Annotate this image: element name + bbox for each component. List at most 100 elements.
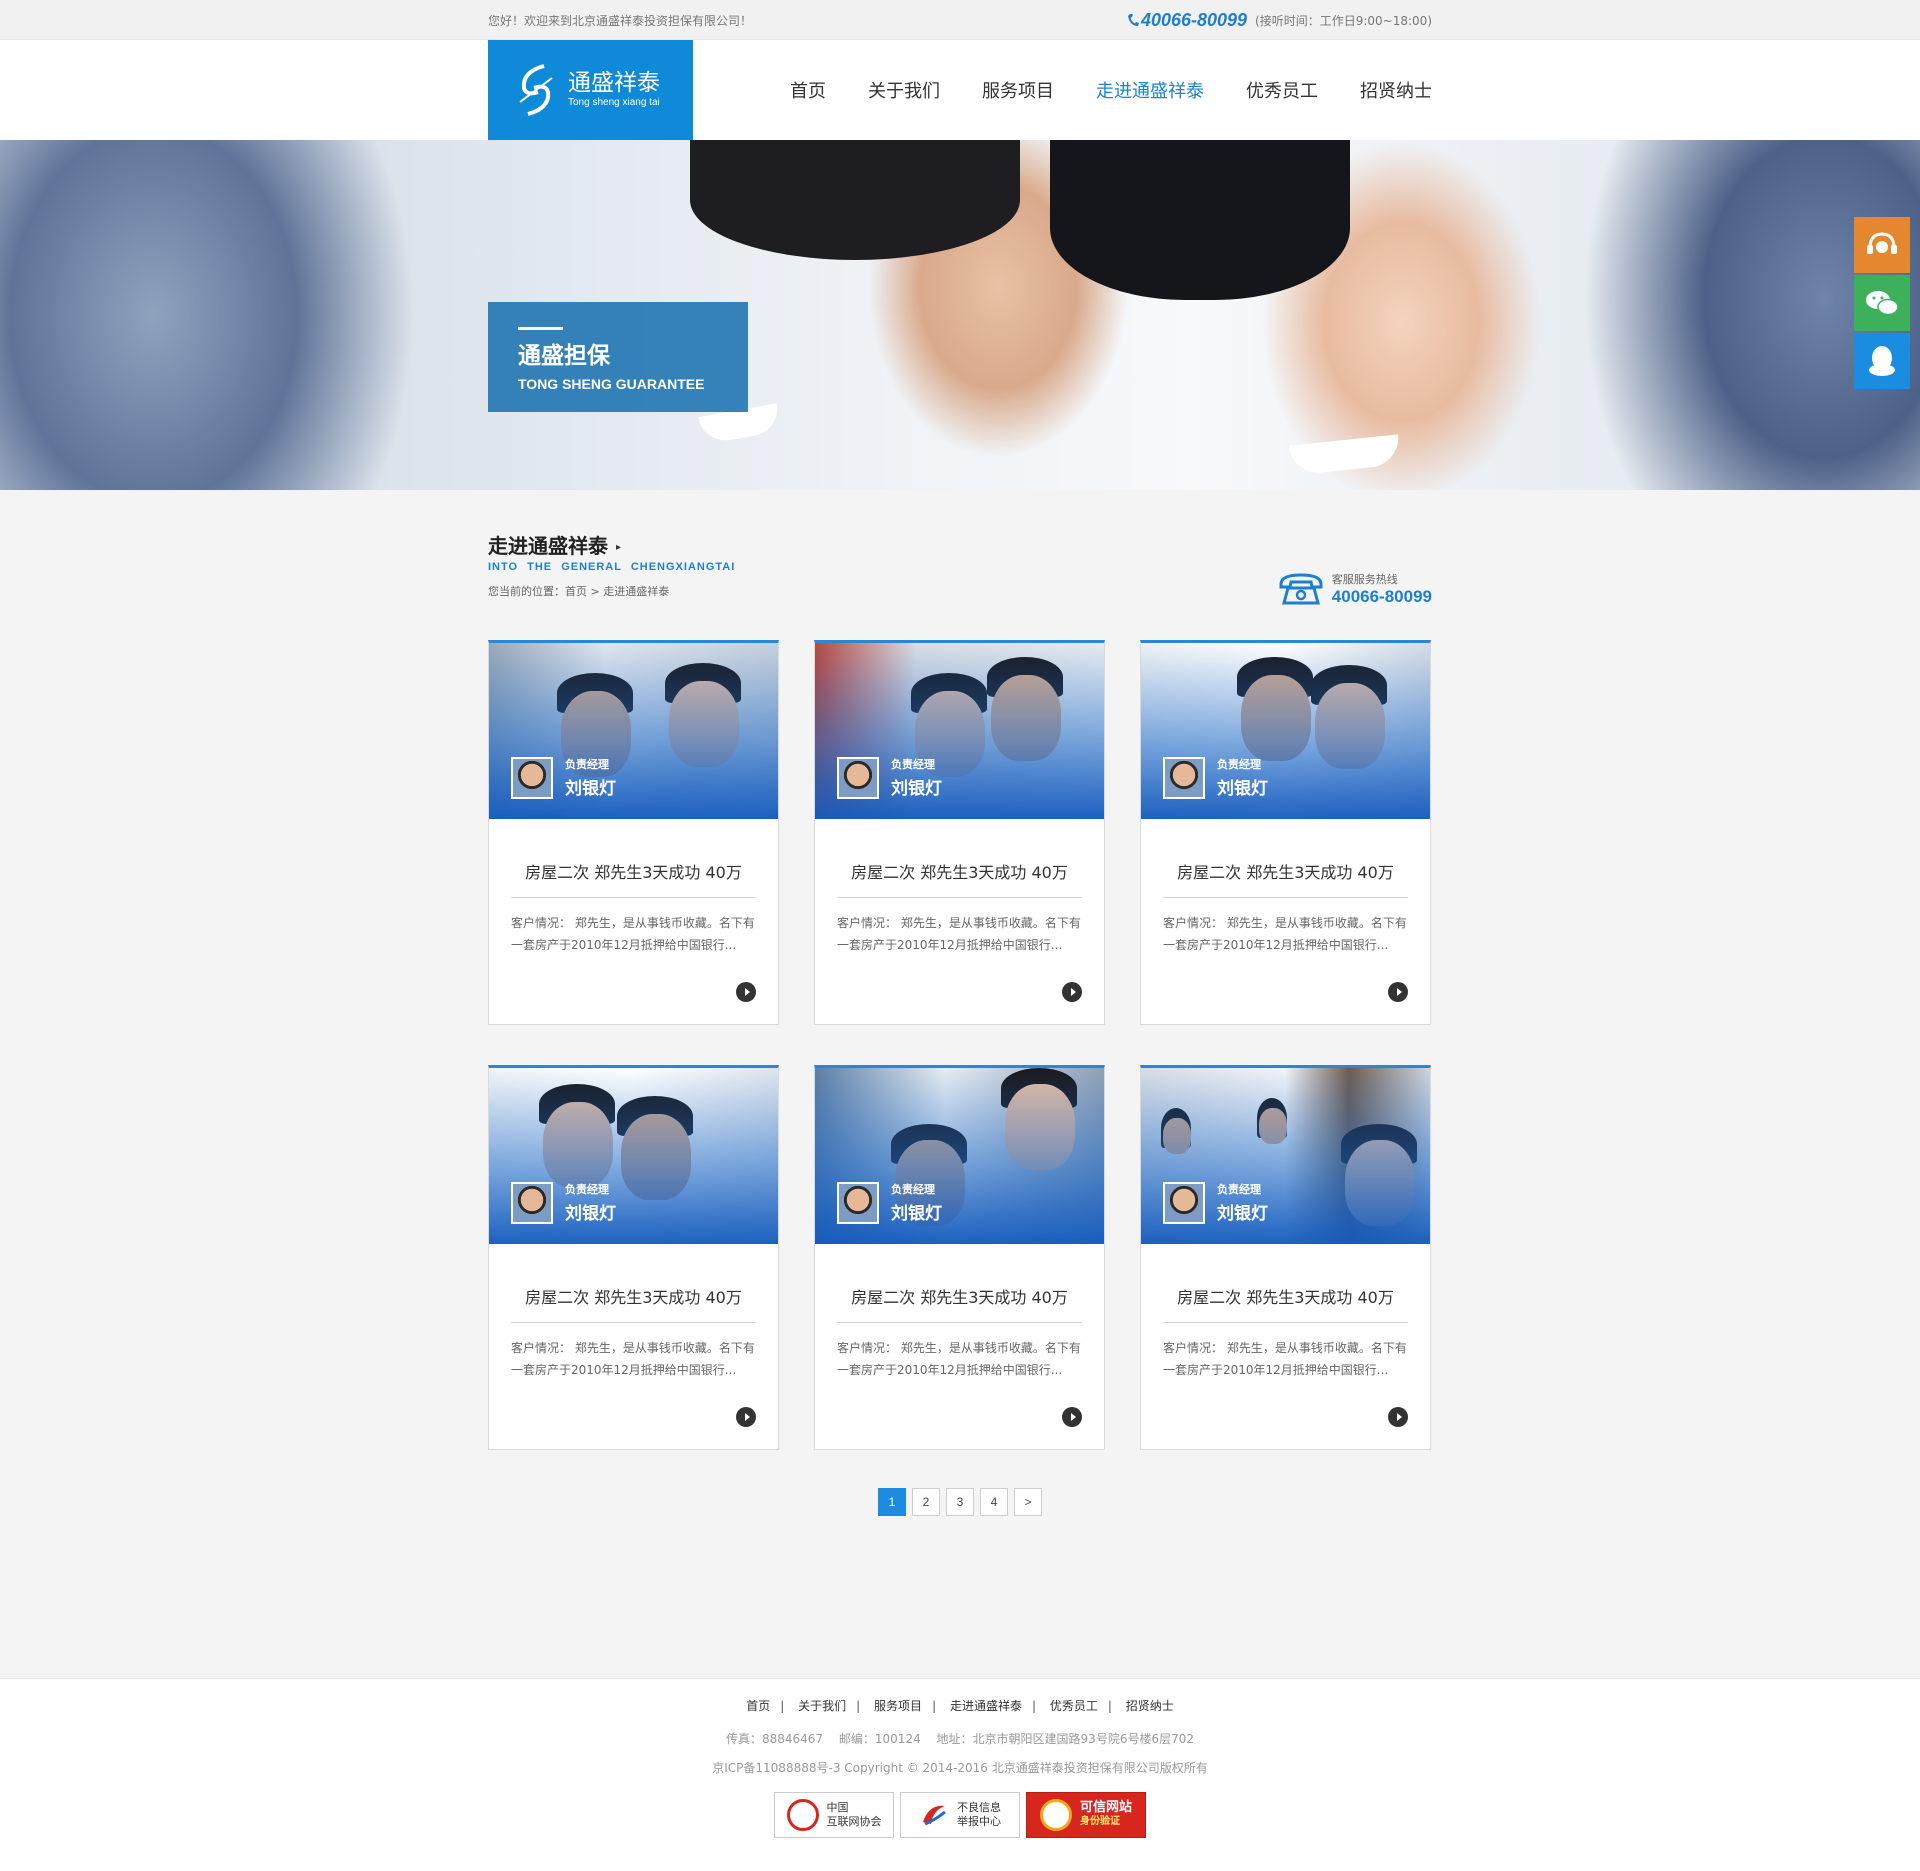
case-photo: 负责经理 刘银灯 [1141,1068,1430,1244]
footer-separator: | [856,1699,861,1713]
play-arrow-icon[interactable] [1062,982,1082,1002]
manager-role: 负责经理 [891,758,935,771]
logo-text-en: Tong sheng xiang tai [568,97,660,108]
banner-caption: 通盛担保 TONG SHENG GUARANTEE [488,302,748,412]
main-nav: 首页 关于我们 服务项目 走进通盛祥泰 优秀员工 招贤纳士 [790,77,1432,103]
manager-name: 刘银灯 [565,1204,616,1224]
manager-avatar [511,757,553,799]
hero-banner: 通盛担保 TONG SHENG GUARANTEE [0,140,1920,490]
triangle-right-icon: ▸ [616,542,622,553]
nav-staff[interactable]: 优秀员工 [1246,77,1318,103]
case-title[interactable]: 房屋二次 郑先生3天成功 40万 [1163,859,1408,898]
caption-divider [518,327,563,330]
badge-line: 不良信息 [957,1801,1001,1814]
footer-zip: 邮编：100124 [838,1732,921,1746]
manager-role: 负责经理 [1217,758,1261,771]
footer-link-staff[interactable]: 优秀员工 [1050,1699,1098,1713]
banner-figure-woman [1050,140,1350,300]
manager-name: 刘银灯 [1217,779,1268,799]
online-service-button[interactable] [1854,217,1910,273]
badge-report-center[interactable]: 不良信息 举报中心 [900,1792,1020,1838]
welcome-text: 您好！欢迎来到北京通盛祥泰投资担保有限公司！ [488,13,753,28]
footer-link-home[interactable]: 首页 [746,1699,770,1713]
logo[interactable]: 通盛祥泰 Tong sheng xiang tai [488,40,693,140]
section-title-en: INTO THE GENERAL CHENGXIANGTAI [488,561,736,573]
footer-link-careers[interactable]: 招贤纳士 [1126,1699,1174,1713]
case-title[interactable]: 房屋二次 郑先生3天成功 40万 [511,859,756,898]
section-header: 走进通盛祥泰 ▸ INTO THE GENERAL CHENGXIANGTAI 您… [488,490,1432,640]
case-card[interactable]: 负责经理 刘银灯 房屋二次 郑先生3天成功 40万 客户情况： 郑先生，是从事钱币… [1140,640,1431,1025]
phone-icon [1127,14,1139,26]
wechat-button[interactable] [1854,275,1910,331]
footer-fax: 传真：88846467 [725,1732,824,1746]
case-grid: 负责经理 刘银灯 房屋二次 郑先生3天成功 40万 客户情况： 郑先生，是从事钱币… [488,640,1432,1450]
badge-line: 中国 [826,1801,849,1814]
service-label: 客服服务热线 [1331,573,1398,586]
footer: 首页 | 关于我们 | 服务项目 | 走进通盛祥泰 | 优秀员工 | 招贤纳士 传真：88… [0,1678,1920,1871]
case-photo: 负责经理 刘银灯 [815,643,1104,819]
manager-info: 负责经理 刘银灯 [1163,756,1268,799]
nav-careers[interactable]: 招贤纳士 [1360,77,1432,103]
play-arrow-icon[interactable] [736,982,756,1002]
seal-icon [786,1799,819,1831]
trust-badges: 中国 互联网协会 不良信息 举报中心 可信网站 身份验证 [0,1792,1920,1838]
banner-subtitle: TONG SHENG GUARANTEE [518,376,705,392]
footer-separator: | [932,1699,937,1713]
footer-separator: | [1031,1699,1036,1713]
service-phone[interactable]: 40066-80099 [1332,587,1432,607]
case-title[interactable]: 房屋二次 郑先生3天成功 40万 [1163,1284,1408,1323]
badge-line: 互联网协会 [826,1815,882,1828]
case-card[interactable]: 负责经理 刘银灯 房屋二次 郑先生3天成功 40万 客户情况： 郑先生，是从事钱币… [814,1065,1105,1450]
manager-role: 负责经理 [565,1183,609,1196]
badge-line: 举报中心 [957,1815,1001,1828]
case-photo: 负责经理 刘银灯 [1141,643,1430,819]
headset-icon [1867,232,1897,254]
nav-home[interactable]: 首页 [790,77,826,103]
footer-separator: | [780,1699,785,1713]
trusted-ring-icon [1039,1799,1072,1831]
qq-button[interactable] [1854,333,1910,389]
footer-copyright: 京ICP备11088888号-3 Copyright © 2014-2016 北… [712,1761,1208,1775]
footer-link-into-company[interactable]: 走进通盛祥泰 [950,1699,1022,1713]
page-1[interactable]: 1 [878,1488,906,1516]
footer-link-services[interactable]: 服务项目 [874,1699,922,1713]
badge-line: 可信网站 [1079,1800,1132,1815]
manager-name: 刘银灯 [565,779,616,799]
footer-link-about[interactable]: 关于我们 [798,1699,846,1713]
nav-into-company[interactable]: 走进通盛祥泰 [1096,77,1204,103]
case-title[interactable]: 房屋二次 郑先生3天成功 40万 [837,1284,1082,1323]
case-card[interactable]: 负责经理 刘银灯 房屋二次 郑先生3天成功 40万 客户情况： 郑先生，是从事钱币… [814,640,1105,1025]
manager-info: 负责经理 刘银灯 [837,756,942,799]
case-description: 客户情况： 郑先生，是从事钱币收藏。名下有一套房产于2010年12月抵押给中国银… [511,916,755,952]
pagination: 1 2 3 4 > [488,1488,1432,1516]
nav-services[interactable]: 服务项目 [982,77,1054,103]
manager-role: 负责经理 [891,1183,935,1196]
page-4[interactable]: 4 [980,1488,1008,1516]
case-card[interactable]: 负责经理 刘银灯 房屋二次 郑先生3天成功 40万 客户情况： 郑先生，是从事钱币… [1140,1065,1431,1450]
page-2[interactable]: 2 [912,1488,940,1516]
play-arrow-icon[interactable] [1388,982,1408,1002]
footer-address: 地址：北京市朝阳区建国路93号院6号楼6层702 [936,1732,1194,1746]
case-card[interactable]: 负责经理刘银灯 房屋二次 郑先生3天成功 40万 客户情况： 郑先生，是从事钱币… [488,1065,779,1450]
top-phone[interactable]: 40066-80099 [1127,10,1247,31]
manager-avatar [511,1182,553,1224]
play-arrow-icon[interactable] [1388,1407,1408,1427]
badge-trusted-site[interactable]: 可信网站 身份验证 [1026,1792,1146,1838]
nav-about[interactable]: 关于我们 [868,77,940,103]
page-3[interactable]: 3 [946,1488,974,1516]
manager-role: 负责经理 [1217,1183,1261,1196]
case-card[interactable]: 负责经理 刘银灯 房屋二次 郑先生3天成功 40万 客户情况： 郑先生，是从事钱币… [488,640,779,1025]
play-arrow-icon[interactable] [1062,1407,1082,1427]
banner-decor [1288,434,1402,476]
page-next[interactable]: > [1014,1488,1042,1516]
qq-icon [1869,346,1895,376]
badge-internet-society[interactable]: 中国 互联网协会 [774,1792,894,1838]
play-arrow-icon[interactable] [736,1407,756,1427]
case-description: 客户情况： 郑先生，是从事钱币收藏。名下有一套房产于2010年12月抵押给中国银… [511,1341,755,1377]
case-title[interactable]: 房屋二次 郑先生3天成功 40万 [511,1284,756,1323]
manager-info: 负责经理 刘银灯 [511,1181,616,1224]
report-logo-icon [923,1805,946,1826]
case-title[interactable]: 房屋二次 郑先生3天成功 40万 [837,859,1082,898]
top-bar: 您好！欢迎来到北京通盛祥泰投资担保有限公司！ 40066-80099 (接听时间… [0,0,1920,40]
manager-avatar [1163,757,1205,799]
